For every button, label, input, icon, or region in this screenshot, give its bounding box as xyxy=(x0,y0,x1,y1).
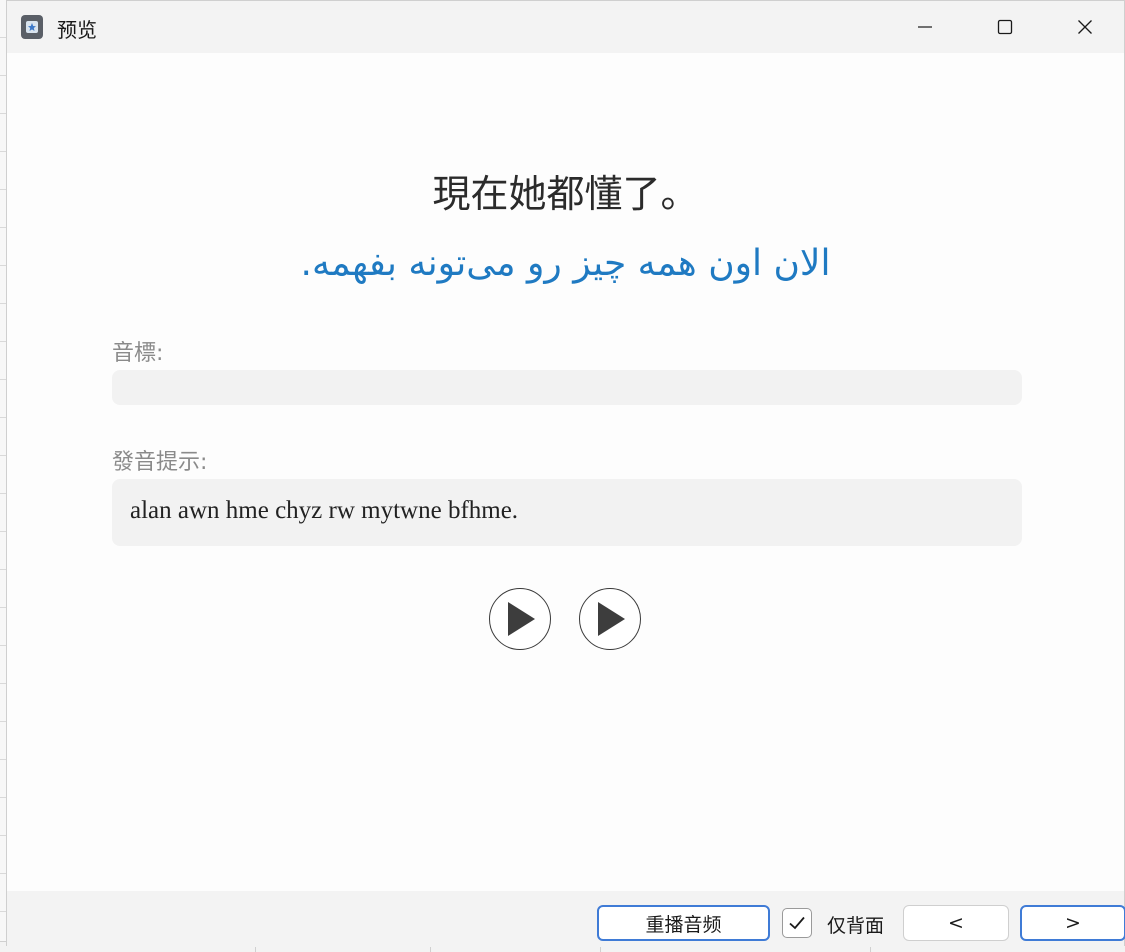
phonetic-field xyxy=(112,370,1022,405)
play-audio-button-2[interactable] xyxy=(579,588,641,650)
back-only-label: 仅背面 xyxy=(827,915,885,937)
preview-window: 预览 現在她都懂了。 الان اون همه چیز رو می‌تونه ب… xyxy=(6,0,1125,947)
minimize-icon xyxy=(918,26,932,28)
close-icon xyxy=(1078,20,1092,34)
close-button[interactable] xyxy=(1045,1,1125,53)
play-icon xyxy=(598,602,625,636)
card-back-text: الان اون همه چیز رو می‌تونه بفهمه. xyxy=(300,243,831,284)
maximize-icon xyxy=(997,19,1013,35)
maximize-button[interactable] xyxy=(965,1,1045,53)
previous-button[interactable]: < xyxy=(903,905,1009,941)
pronunciation-hint-field: alan awn hme chyz rw mytwne bfhme. xyxy=(112,479,1022,546)
checkmark-icon xyxy=(789,916,805,930)
pronunciation-hint-label: 發音提示: xyxy=(112,450,208,475)
window-title: 预览 xyxy=(57,18,97,42)
card-front-text: 現在她都懂了。 xyxy=(432,172,699,216)
footer-bar: 重播音频 仅背面 < > xyxy=(7,891,1125,947)
app-icon xyxy=(21,15,43,39)
minimize-button[interactable] xyxy=(885,1,965,53)
title-bar: 预览 xyxy=(7,1,1124,53)
replay-audio-button[interactable]: 重播音频 xyxy=(597,905,770,941)
card-content: 現在她都懂了。 الان اون همه چیز رو می‌تونه بفهم… xyxy=(7,53,1124,891)
pronunciation-hint-value: alan awn hme chyz rw mytwne bfhme. xyxy=(130,497,519,524)
next-button[interactable]: > xyxy=(1020,905,1125,941)
play-audio-button-1[interactable] xyxy=(489,588,551,650)
phonetic-label: 音標: xyxy=(112,341,164,366)
back-only-checkbox[interactable] xyxy=(782,908,812,938)
play-icon xyxy=(508,602,535,636)
